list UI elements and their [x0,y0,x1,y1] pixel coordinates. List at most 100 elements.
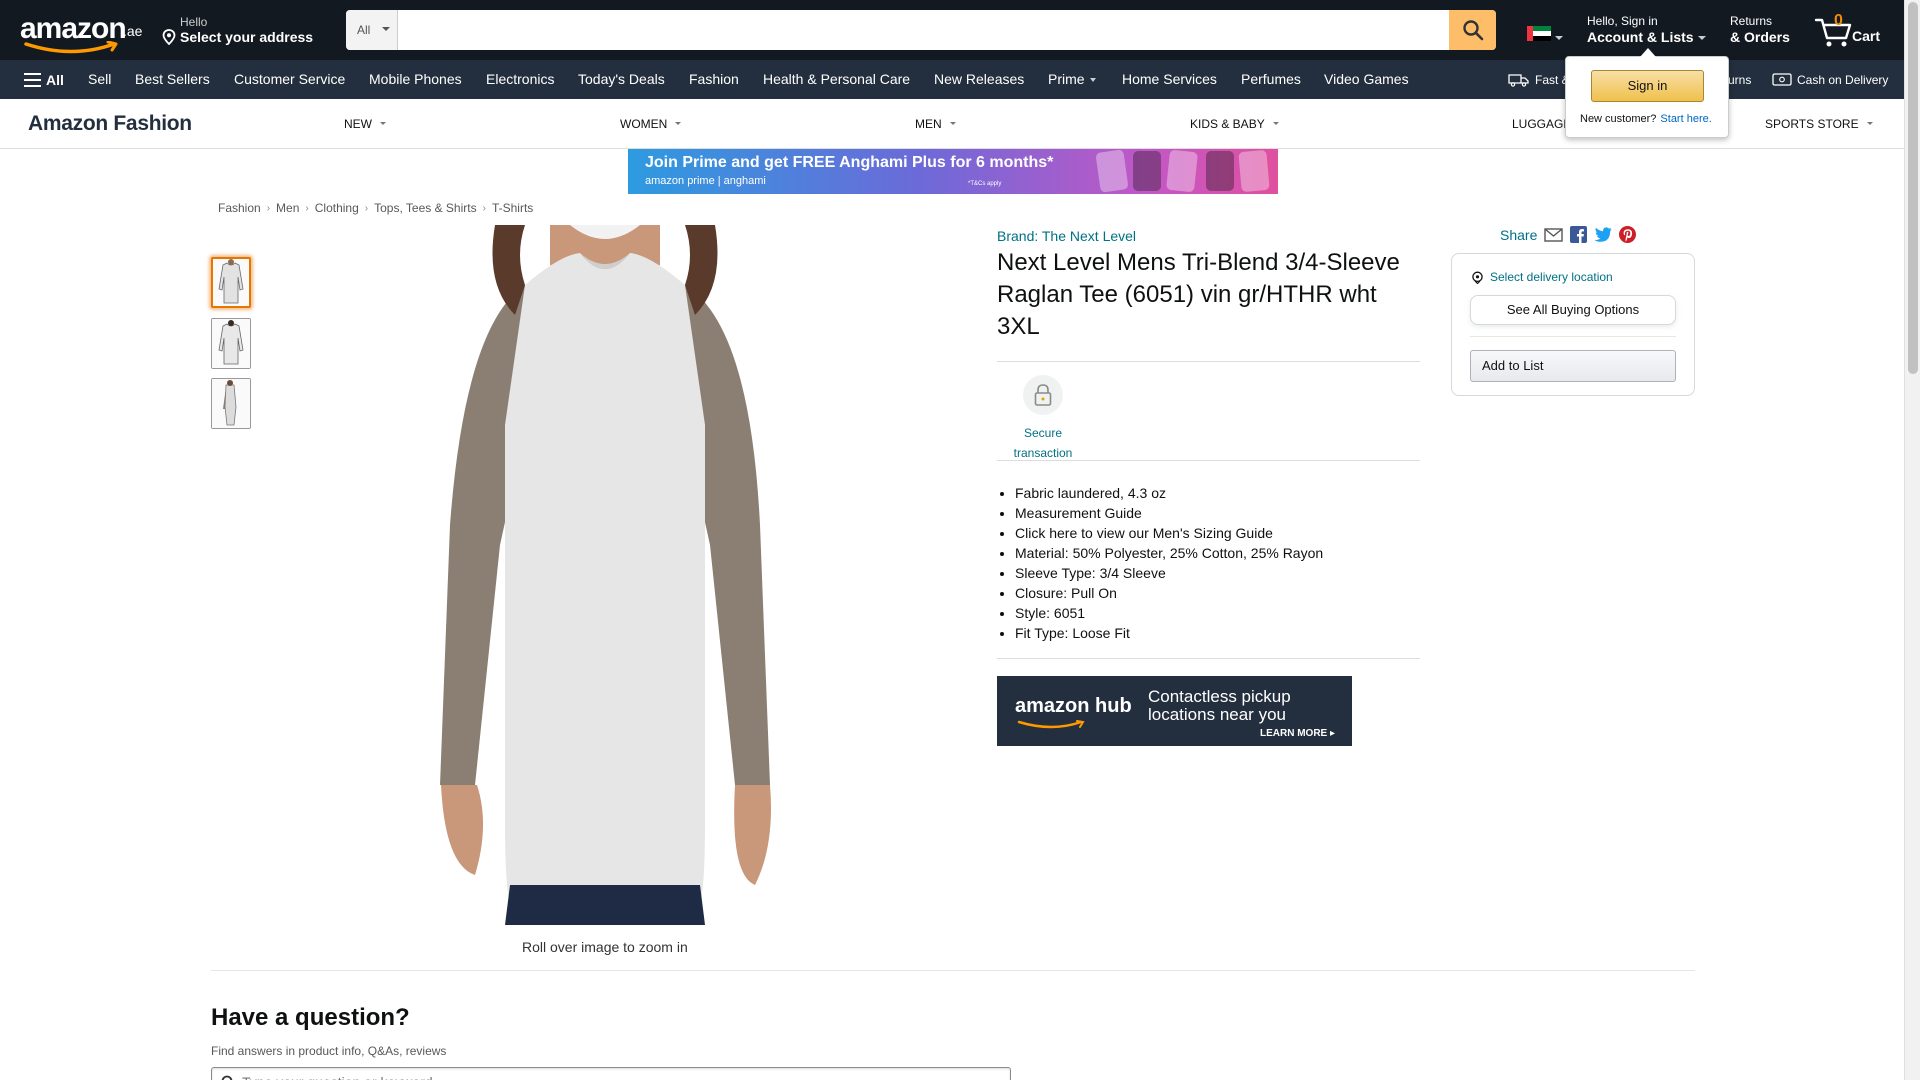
brand-link[interactable]: Brand: The Next Level [997,228,1136,244]
subnav-item-best-sellers[interactable]: Best Sellers [135,60,210,99]
see-all-buying-options-button[interactable]: See All Buying Options [1470,295,1676,325]
divider [997,658,1420,659]
chevron-down-icon [380,122,386,125]
delivery-location-label: Select delivery location [1490,270,1613,284]
main-product-image[interactable] [405,225,805,925]
questions-heading: Have a question? [211,1004,410,1031]
search-input[interactable] [398,10,1444,50]
questions-search-input[interactable] [242,1072,1002,1080]
breadcrumb-item[interactable]: T-Shirts [492,201,533,215]
subnav-item-todays-deals[interactable]: Today's Deals [578,60,665,99]
hub-logo: amazon hub [1015,695,1132,717]
amazon-hub-ad[interactable]: amazon hub Contactless pickup locations … [997,676,1352,746]
breadcrumb-item[interactable]: Fashion [218,201,261,215]
store-item-women[interactable]: WOMEN [620,117,682,131]
banner-phone-image [1165,149,1199,193]
subnav-item-mobile-phones[interactable]: Mobile Phones [369,60,462,99]
start-here-link[interactable]: Start here. [1660,113,1711,125]
returns-orders-link[interactable]: Returns & Orders [1730,14,1790,45]
chevron-down-icon [949,122,956,125]
store-item-label: LUGGAGE [1512,117,1572,131]
all-menu-label: All [46,71,64,88]
feature-bullet: Closure: Pull On [1015,583,1323,603]
subnav-item-electronics[interactable]: Electronics [486,60,554,99]
subnav-item-prime[interactable]: Prime [1048,60,1096,99]
store-brand-logo[interactable]: Amazon Fashion [28,112,192,136]
feature-bullet: Material: 50% Polyester, 25% Cotton, 25%… [1015,543,1323,563]
secure-transaction-label: Secure transaction [1013,426,1073,460]
all-menu-button[interactable]: All [24,60,64,99]
secure-transaction-badge[interactable]: Secure transaction [1000,375,1086,463]
breadcrumb-item[interactable]: Tops, Tees & Shirts [374,201,477,215]
facebook-icon[interactable] [1570,226,1588,243]
hub-text-line: Contactless pickup [1148,687,1291,706]
address-label: Select your address [180,29,314,45]
hub-smile-icon [1017,720,1085,729]
fast-delivery-link[interactable]: Fast & [1508,60,1570,99]
free-returns-link[interactable]: urns [1728,60,1751,99]
add-to-list-button[interactable]: Add to List [1470,350,1676,382]
subnav-item-new-releases[interactable]: New Releases [934,60,1024,99]
returns-small: Returns [1730,14,1773,28]
share-label[interactable]: Share [1500,227,1537,243]
feature-bullet: Sleeve Type: 3/4 Sleeve [1015,563,1323,583]
pinterest-icon[interactable] [1619,226,1637,243]
uae-flag-icon[interactable] [1527,26,1551,41]
chevron-right-icon: › [482,202,486,214]
subnav-item-perfumes[interactable]: Perfumes [1241,60,1301,99]
subnav-item-fashion[interactable]: Fashion [689,60,739,99]
questions-search [211,1067,1011,1080]
twitter-icon[interactable] [1594,227,1612,242]
cart-count: 0 [1834,12,1843,29]
chevron-right-icon: › [266,202,271,214]
thumbnail-front[interactable] [211,257,251,308]
scrollbar-thumb[interactable] [1908,2,1918,374]
prime-anghami-banner[interactable]: Join Prime and get FREE Anghami Plus for… [628,149,1278,194]
account-hello: Hello, Sign in [1587,14,1658,28]
email-icon[interactable] [1544,227,1564,242]
thumbnail-back[interactable] [211,318,251,369]
store-item-new[interactable]: NEW [344,117,386,131]
hamburger-icon [24,72,41,87]
store-item-sports-store[interactable]: SPORTS STORE [1765,117,1873,131]
chevron-down-icon [1555,36,1563,40]
share-row: Share [1500,226,1643,243]
feature-bullet: Fabric laundered, 4.3 oz [1015,483,1323,503]
store-item-label: NEW [344,117,372,131]
signin-button[interactable]: Sign in [1591,70,1704,102]
chevron-down-icon [1866,122,1873,125]
questions-subheading: Find answers in product info, Q&As, revi… [211,1044,447,1058]
returns-big: & Orders [1730,29,1790,45]
subnav-item-home-services[interactable]: Home Services [1122,60,1217,99]
chevron-right-icon: › [305,202,309,214]
cash-on-delivery-link[interactable]: Cash on Delivery [1772,60,1888,99]
account-lists-menu[interactable]: Hello, Sign in Account & Lists [1587,14,1706,45]
banner-phone-image [1095,149,1129,193]
search-button[interactable] [1449,10,1496,50]
feature-bullets: Fabric laundered, 4.3 oz Measurement Gui… [1015,483,1323,643]
subnav-item-health-personal-care[interactable]: Health & Personal Care [763,60,910,99]
chevron-down-icon [1697,36,1706,40]
search-department-label: All [357,23,371,37]
amazon-logo[interactable]: amazon .ae [20,12,146,54]
signin-flyout: Sign in New customer? Start here. [1565,56,1729,138]
subnav-item-video-games[interactable]: Video Games [1324,60,1409,99]
subnav-item-sell[interactable]: Sell [88,60,111,99]
subnav-item-customer-service[interactable]: Customer Service [234,60,345,99]
breadcrumb-item[interactable]: Clothing [315,201,359,215]
store-item-label: MEN [915,117,942,131]
page-scrollbar[interactable] [1904,0,1920,1080]
cart-label: Cart [1852,28,1881,44]
store-item-men[interactable]: MEN [915,117,956,131]
breadcrumb-item[interactable]: Men [276,201,299,215]
select-delivery-location[interactable]: Select delivery location [1471,270,1613,284]
thumbnail-side[interactable] [211,378,251,429]
chevron-right-icon: › [364,202,369,214]
cart-link[interactable]: 0 Cart [1812,12,1892,48]
store-item-kids-baby[interactable]: KIDS & BABY [1190,117,1279,131]
cash-icon [1772,73,1792,86]
divider [997,460,1420,461]
search-department-select[interactable]: All [346,10,398,50]
divider [211,970,1695,971]
store-item-luggage[interactable]: LUGGAGE [1512,117,1571,131]
